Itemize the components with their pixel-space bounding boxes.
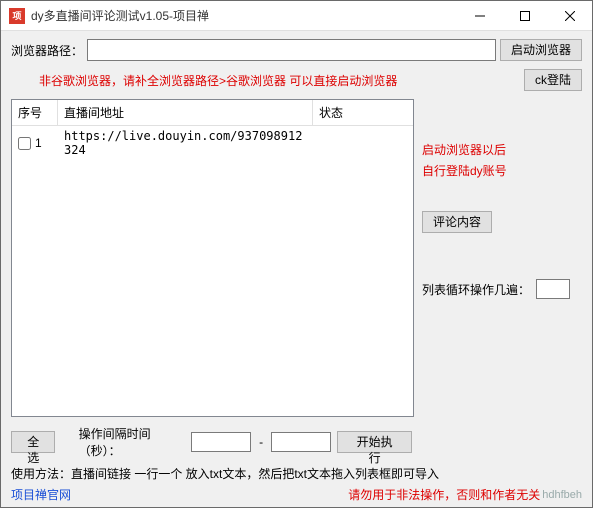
ck-login-button[interactable]: ck登陆 <box>524 69 582 91</box>
loop-count-input[interactable] <box>536 279 570 299</box>
header-state: 状态 <box>313 100 413 125</box>
row-index: 1 <box>35 136 42 150</box>
official-site-link[interactable]: 项目禅官网 <box>11 486 71 503</box>
hint-line-1: 启动浏览器以后 <box>422 141 506 158</box>
browser-path-label: 浏览器路径： <box>11 42 83 59</box>
maximize-button[interactable] <box>502 1 547 31</box>
row-url: https://live.douyin.com/937098912324 <box>58 126 313 160</box>
interval-dash: - <box>259 435 263 449</box>
browser-path-input[interactable] <box>87 39 496 61</box>
room-list[interactable]: 序号 直播间地址 状态 1 https://live.douyin.com/93… <box>11 99 414 417</box>
interval-min-input[interactable] <box>191 432 251 452</box>
list-header: 序号 直播间地址 状态 <box>12 100 413 126</box>
interval-label: 操作间隔时间（秒）： <box>79 425 186 459</box>
loop-label: 列表循环操作几遍： <box>422 281 530 298</box>
side-panel: 启动浏览器以后 自行登陆dy账号 评论内容 列表循环操作几遍： <box>422 99 582 417</box>
window-body: 浏览器路径： 启动浏览器 非谷歌浏览器，请补全浏览器路径>谷歌浏览器 可以直接启… <box>1 31 592 507</box>
comment-content-button[interactable]: 评论内容 <box>422 211 492 233</box>
row-checkbox[interactable] <box>18 137 31 150</box>
usage-text: 使用方法：直播间链接 一行一个 放入txt文本，然后把txt文本拖入列表框即可导… <box>11 465 582 482</box>
start-button[interactable]: 开始执行 <box>337 431 412 453</box>
header-index: 序号 <box>12 100 58 125</box>
footer-row: 项目禅官网 请勿用于非法操作，否则和作者无关 hdhfbeh <box>11 486 582 503</box>
warning-row: 非谷歌浏览器，请补全浏览器路径>谷歌浏览器 可以直接启动浏览器 ck登陆 <box>11 69 582 91</box>
hint-line-2: 自行登陆dy账号 <box>422 162 507 179</box>
watermark: hdhfbeh <box>542 489 582 501</box>
launch-browser-button[interactable]: 启动浏览器 <box>500 39 582 61</box>
browser-path-row: 浏览器路径： 启动浏览器 <box>11 39 582 61</box>
loop-row: 列表循环操作几遍： <box>422 279 570 299</box>
middle-area: 序号 直播间地址 状态 1 https://live.douyin.com/93… <box>11 99 582 417</box>
bottom-controls: 全选 操作间隔时间（秒）： - 开始执行 <box>11 425 582 459</box>
row-state <box>313 126 413 160</box>
legal-warning: 请勿用于非法操作，否则和作者无关 <box>348 486 540 503</box>
minimize-button[interactable] <box>457 1 502 31</box>
close-button[interactable] <box>547 1 592 31</box>
interval-max-input[interactable] <box>271 432 331 452</box>
titlebar: 项 dy多直播间评论测试v1.05-项目禅 <box>1 1 592 31</box>
browser-warning-text: 非谷歌浏览器，请补全浏览器路径>谷歌浏览器 可以直接启动浏览器 <box>39 72 397 89</box>
window-title: dy多直播间评论测试v1.05-项目禅 <box>31 7 457 24</box>
select-all-button[interactable]: 全选 <box>11 431 55 453</box>
header-url: 直播间地址 <box>58 100 313 125</box>
app-window: 项 dy多直播间评论测试v1.05-项目禅 浏览器路径： 启动浏览器 非谷歌浏览… <box>0 0 593 508</box>
table-row[interactable]: 1 https://live.douyin.com/937098912324 <box>12 126 413 160</box>
app-icon: 项 <box>9 8 25 24</box>
